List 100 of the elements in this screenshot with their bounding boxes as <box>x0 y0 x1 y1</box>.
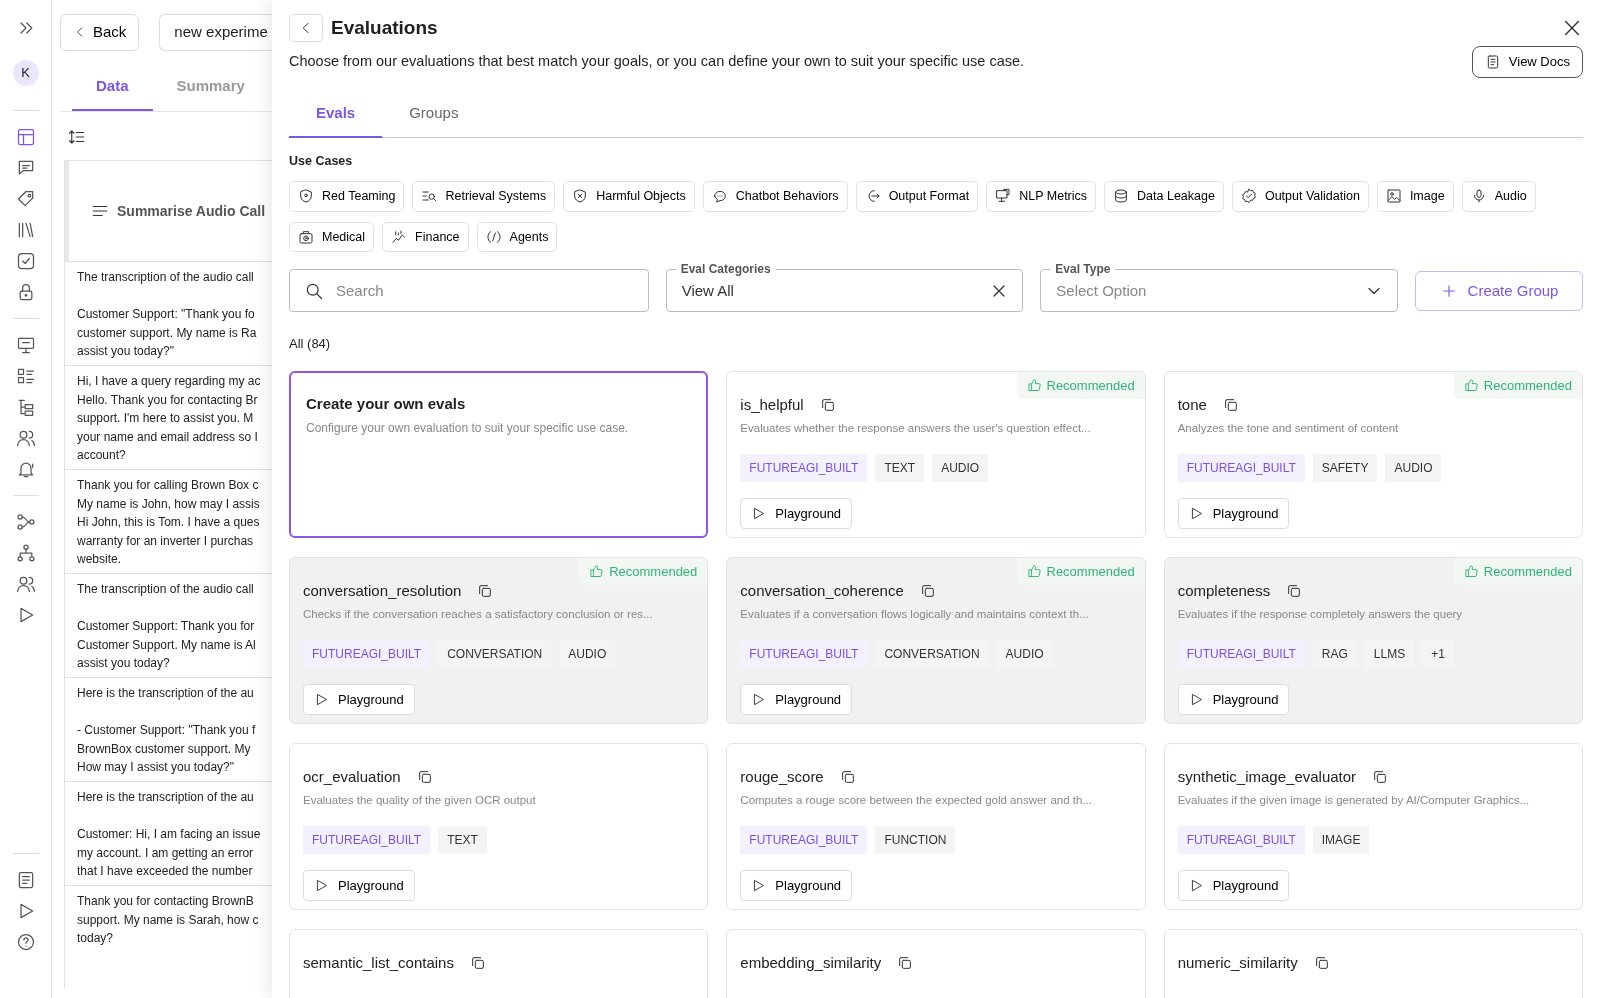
use-case-chip[interactable]: Data Leakage <box>1104 180 1224 212</box>
table-cell: Thank you for contacting BrownB support. My name is Sarah, how c today? <box>65 885 272 989</box>
copy-icon[interactable] <box>1286 583 1303 599</box>
eval-name: rouge_score <box>740 766 824 787</box>
category-select[interactable]: Eval Categories View All <box>665 261 1024 313</box>
eval-card[interactable]: Recommended is_helpful Evaluates whether the response answers the user's question effect... FUTUREAGI_BUILT TEXT AUDIO Playground <box>726 370 1146 538</box>
line-height-icon[interactable] <box>68 128 86 146</box>
tab[interactable]: Groups <box>382 91 486 138</box>
use-case-chip[interactable]: Agents <box>476 221 558 253</box>
recommended-badge: Recommended <box>579 557 708 586</box>
use-case-chip[interactable]: Chatbot Behaviors <box>702 180 848 212</box>
eval-card[interactable]: Recommended completeness Evaluates if the response completely answers the query FUTUREAGI_BUILT RAG LLMS +1 Playground <box>1163 556 1583 724</box>
copy-icon[interactable] <box>919 583 936 599</box>
use-case-chip[interactable]: Image <box>1376 180 1454 212</box>
back-button[interactable]: Back <box>60 14 140 51</box>
users-icon[interactable] <box>15 574 36 594</box>
create-eval-card[interactable]: Create your own evals Configure your own evaluation to suit your specific use case. <box>289 370 709 538</box>
eval-description: Evaluates whether the response answers the user's question effect... <box>740 421 1092 437</box>
copy-icon[interactable] <box>469 955 486 971</box>
tag: FUTUREAGI_BUILT <box>303 825 431 854</box>
table-cell: Here is the transcription of the au Customer: Hi, I am facing an issue my account. I am getting an error that I have exceeded the number <box>65 781 272 885</box>
use-case-chip[interactable]: Finance <box>382 221 469 253</box>
card-description: Configure your own evaluation to suit your specific use case. <box>306 420 630 438</box>
playground-button[interactable]: Playground <box>1177 869 1290 901</box>
use-case-chip[interactable]: NLP Metrics <box>986 180 1097 212</box>
play-icon <box>314 877 329 893</box>
table-cell: The transcription of the audio call Customer Support: "Thank you fo customer support. My name is Ra assist you today?" <box>65 261 272 365</box>
card-title: Create your own evals <box>306 393 467 414</box>
chat-bubble-icon <box>711 188 728 205</box>
shield-icon <box>298 188 314 205</box>
copy-icon[interactable] <box>897 955 914 971</box>
thumbs-up-icon <box>589 564 605 579</box>
use-case-chip[interactable]: Retrieval Systems <box>412 180 556 212</box>
eval-card[interactable]: Recommended tone Analyzes the tone and sentiment of content FUTUREAGI_BUILT SAFETY AUDIO Playground <box>1163 370 1583 538</box>
tab[interactable]: Evals <box>289 91 383 138</box>
eval-description: Checks if the conversation reaches a satisfactory conclusion or res... <box>303 607 654 623</box>
view-docs-button[interactable]: View Docs <box>1471 46 1583 78</box>
use-case-chip[interactable]: Audio <box>1461 180 1536 212</box>
column-header: Summarise Audio Call <box>117 201 266 221</box>
eval-card[interactable]: Recommended conversation_resolution Checks if the conversation reaches a satisfactory conclusion or res... FUTUREAGI_BUILT CONVERSATION AUDIO Playground <box>289 556 709 724</box>
users-icon[interactable] <box>15 428 36 448</box>
create-group-button[interactable]: Create Group <box>1415 270 1583 311</box>
name-field[interactable]: new experime <box>159 14 272 51</box>
tag: IMAGE <box>1312 825 1370 854</box>
tag: FUNCTION <box>875 825 956 854</box>
play-icon <box>751 877 767 893</box>
eval-name: conversation_coherence <box>740 580 904 601</box>
eval-card[interactable]: semantic_list_contains <box>289 928 709 998</box>
playground-button[interactable]: Playground <box>1177 497 1290 529</box>
hierarchy-icon[interactable] <box>15 543 36 563</box>
copy-icon[interactable] <box>1222 397 1239 413</box>
eval-card[interactable]: rouge_score Computes a rouge score between the expected gold answer and th... FUTUREAGI_BUILT FUNCTION Playground <box>726 742 1146 910</box>
tag: FUTUREAGI_BUILT <box>740 639 868 668</box>
type-select[interactable]: Eval Type Select Option <box>1040 261 1398 313</box>
eval-description: Evaluates if the response completely answers the query <box>1177 607 1464 623</box>
playground-button[interactable]: Playground <box>740 497 853 529</box>
use-case-chip[interactable]: Output Format <box>855 180 979 212</box>
field-label: Eval Type <box>1050 261 1116 278</box>
copy-icon[interactable] <box>416 769 433 785</box>
eval-card[interactable]: Recommended conversation_coherence Evaluates if a conversation flows logically and maintains context th... FUTUREAGI_BUILT CONVERSATION AUDIO Playground <box>726 556 1146 724</box>
copy-icon[interactable] <box>477 583 494 599</box>
user-avatar[interactable]: K <box>12 60 39 86</box>
eval-card[interactable]: embedding_similarity <box>726 928 1146 998</box>
copy-icon[interactable] <box>1372 769 1389 785</box>
use-case-chip[interactable]: Medical <box>289 221 375 253</box>
tag: FUTUREAGI_BUILT <box>740 453 868 482</box>
tag-icon[interactable] <box>15 189 36 209</box>
eval-card[interactable]: ocr_evaluation Evaluates the quality of the given OCR output FUTUREAGI_BUILT TEXT Playground <box>289 742 709 910</box>
use-case-chip[interactable]: Red Teaming <box>289 180 405 212</box>
eval-description: Computes a rouge score between the expected gold answer and th... <box>740 793 1093 809</box>
flow-icon[interactable] <box>15 512 36 532</box>
tab[interactable]: Data <box>72 64 153 111</box>
search-field[interactable]: Search <box>289 269 649 313</box>
thumbs-up-icon <box>1026 564 1042 579</box>
table-cell: The transcription of the audio call Customer Support: Thank you for Customer Support. My name is Al assist you today? <box>65 573 272 677</box>
eval-card[interactable]: numeric_similarity <box>1163 928 1583 998</box>
playground-button[interactable]: Playground <box>303 869 415 901</box>
copy-icon[interactable] <box>839 769 856 785</box>
play-icon <box>314 691 329 707</box>
tag: SAFETY <box>1312 453 1378 482</box>
table-icon[interactable] <box>15 127 36 147</box>
thumbs-up-icon <box>1463 378 1479 393</box>
help-icon[interactable] <box>15 932 36 952</box>
playground-button[interactable]: Playground <box>303 683 415 715</box>
dialog-title: Evaluations <box>331 16 438 40</box>
list-icon[interactable] <box>15 366 36 386</box>
search-input[interactable]: Search <box>334 270 634 312</box>
playground-button[interactable]: Playground <box>1177 683 1290 715</box>
use-case-chip[interactable]: Harmful Objects <box>563 180 695 212</box>
use-case-chip[interactable]: Output Validation <box>1231 180 1369 212</box>
eval-name: conversation_resolution <box>303 580 462 601</box>
eval-name: tone <box>1177 394 1207 415</box>
copy-icon[interactable] <box>1313 955 1330 971</box>
check-icon[interactable] <box>15 251 36 271</box>
eval-card[interactable]: synthetic_image_evaluator Evaluates if the given image is generated by AI/Computer Graphics... FUTUREAGI_BUILT IMAGE Playground <box>1163 742 1583 910</box>
playground-button[interactable]: Playground <box>740 683 853 715</box>
playground-button[interactable]: Playground <box>740 869 853 901</box>
tag: FUTUREAGI_BUILT <box>303 639 431 668</box>
copy-icon[interactable] <box>819 397 836 413</box>
presentation-icon[interactable] <box>15 335 36 355</box>
